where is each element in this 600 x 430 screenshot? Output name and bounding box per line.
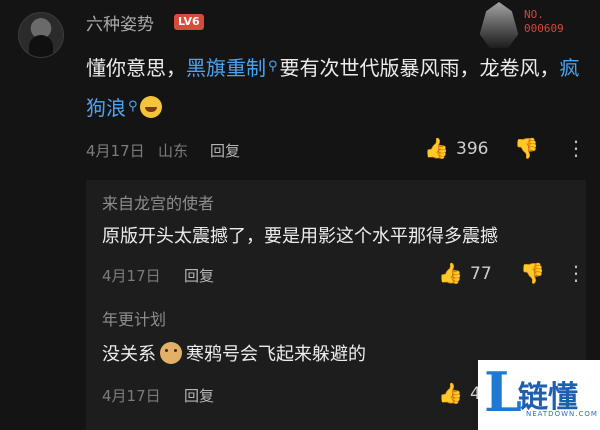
thumbs-up-icon[interactable]: 👍 [424, 136, 449, 160]
reply-text-segment: 没关系 [102, 344, 156, 365]
comment-date: 4月17日 [86, 142, 145, 160]
thumbs-down-icon[interactable]: 👎 [520, 261, 545, 285]
reply-button[interactable]: 回复 [210, 140, 240, 161]
keyword-link-1[interactable]: 黑旗重制 [186, 56, 266, 80]
reply-text: 原版开头太震撼了，要是用影这个水平那得多震撼 [102, 226, 498, 247]
reply-text-segment: 寒鸦号会飞起来躲避的 [186, 344, 366, 365]
like-count: 77 [470, 264, 492, 284]
reply-username[interactable]: 来自龙宫的使者 [102, 190, 214, 214]
search-icon[interactable]: ⚲ [128, 99, 138, 114]
thumbs-up-icon[interactable]: 👍 [438, 261, 463, 285]
comment-text-segment: 要有次世代版暴风雨，龙卷风， [279, 56, 560, 80]
avatar-decoration [479, 2, 519, 48]
search-icon[interactable]: ⚲ [268, 59, 278, 74]
comment-text: 懂你意思，黑旗重制 ⚲ 要有次世代版暴风雨，龙卷风，疯狗浪 ⚲ [86, 50, 580, 130]
avatar[interactable] [18, 12, 64, 58]
badge-no-label: NO. [524, 8, 544, 21]
reply-username[interactable]: 年更计划 [102, 306, 166, 330]
more-vertical-icon[interactable]: ⋮ [566, 136, 586, 160]
username[interactable]: 六种姿势 [86, 10, 154, 35]
reply-date: 4月17日 [102, 387, 161, 405]
badge-number: 000609 [524, 22, 564, 35]
reply-button[interactable]: 回复 [184, 265, 214, 286]
doge-emoji-icon [160, 342, 182, 364]
comment-text-segment: 懂你意思， [86, 56, 186, 80]
laughing-emoji-icon [139, 96, 162, 118]
reply-text: 没关系 寒鸦号会飞起来躲避的 [102, 340, 366, 366]
more-vertical-icon[interactable]: ⋮ [566, 261, 586, 285]
watermark-subtitle: NEATDOWN.COM [526, 410, 598, 418]
comment-location: 山东 [158, 142, 189, 160]
reply-date: 4月17日 [102, 267, 161, 285]
thumbs-up-icon[interactable]: 👍 [438, 381, 463, 405]
thumbs-down-icon[interactable]: 👎 [514, 136, 539, 160]
watermark-logo-letter: L [484, 360, 522, 424]
reply-button[interactable]: 回复 [184, 385, 214, 406]
level-badge: LV6 [174, 14, 204, 30]
like-count: 396 [456, 139, 489, 159]
